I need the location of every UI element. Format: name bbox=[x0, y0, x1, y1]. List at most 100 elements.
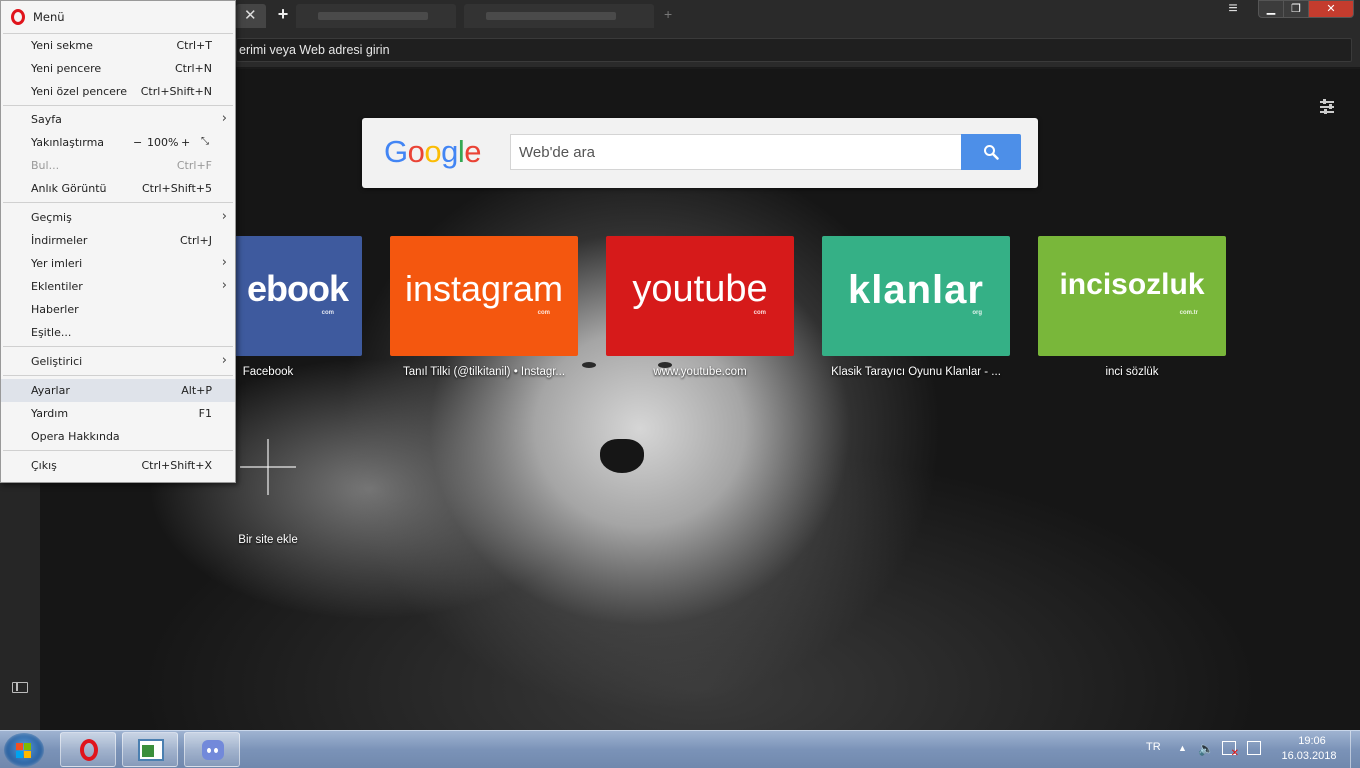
minimize-button[interactable]: ▁ bbox=[1258, 0, 1284, 18]
tab-title-blurred bbox=[318, 12, 428, 20]
customize-settings-icon[interactable] bbox=[1320, 99, 1336, 115]
logo-letter: o bbox=[424, 134, 442, 169]
menu-item-zoom: Yakınlaştırma − 100% + ⤡ bbox=[1, 131, 235, 154]
opera-menu: Menü Yeni sekme Ctrl+T Yeni pencere Ctrl… bbox=[0, 0, 236, 483]
search-box: Google bbox=[362, 118, 1038, 188]
tile-logo: instagram bbox=[404, 268, 564, 309]
search-icon bbox=[984, 145, 999, 160]
menu-item-label: Yardım bbox=[31, 407, 69, 420]
tab-title-blurred bbox=[486, 12, 616, 20]
menu-item-label: Anlık Görüntü bbox=[31, 182, 107, 195]
new-tab-icon[interactable]: + bbox=[274, 4, 292, 24]
taskbar-discord[interactable] bbox=[184, 732, 240, 767]
start-page: Google ebook com Facebook instagram com … bbox=[40, 69, 1360, 730]
menu-item-history[interactable]: Geçmiş › bbox=[1, 206, 235, 229]
language-indicator[interactable]: TR bbox=[1146, 741, 1161, 753]
menu-item-new-tab[interactable]: Yeni sekme Ctrl+T bbox=[1, 34, 235, 57]
chevron-right-icon: › bbox=[221, 255, 227, 270]
speed-dial-instagram[interactable]: instagram com bbox=[390, 236, 578, 356]
menu-item-exit[interactable]: Çıkış Ctrl+Shift+X bbox=[1, 454, 235, 477]
menu-item-help[interactable]: Yardım F1 bbox=[1, 402, 235, 425]
chevron-right-icon: › bbox=[221, 209, 227, 224]
tile-logo: youtube bbox=[632, 268, 768, 310]
menu-item-label: Yer imleri bbox=[31, 257, 83, 270]
google-logo: Google bbox=[384, 134, 482, 170]
menu-item-label: Geçmiş bbox=[31, 211, 72, 224]
tab-background[interactable] bbox=[296, 4, 456, 28]
menu-item-shortcut: F1 bbox=[198, 407, 212, 420]
tile-caption: Tanıl Tilki (@tilkitanil) • Instagr... bbox=[402, 366, 566, 378]
tab-menu-icon[interactable]: ≡ bbox=[1222, 0, 1244, 20]
menu-header[interactable]: Menü bbox=[1, 1, 235, 33]
tile-logo: klanlar bbox=[848, 268, 984, 312]
tile-domain: com bbox=[537, 310, 550, 316]
speed-dial-klanlar[interactable]: klanlar org bbox=[822, 236, 1010, 356]
address-text: erimi veya Web adresi girin bbox=[239, 43, 390, 57]
logo-letter: g bbox=[441, 134, 458, 169]
sidebar-toggle-icon[interactable] bbox=[12, 682, 28, 693]
speed-dial-incisozluk[interactable]: incisozluk com.tr bbox=[1038, 236, 1226, 356]
volume-icon[interactable]: 🔈 bbox=[1198, 741, 1214, 757]
zoom-out-button[interactable]: − bbox=[133, 136, 142, 149]
show-hidden-icons-icon[interactable]: ▲ bbox=[1178, 743, 1187, 753]
logo-letter: G bbox=[384, 134, 408, 169]
taskbar-opera[interactable] bbox=[60, 732, 116, 767]
taskbar: TR ▲ 🔈 19:06 16.03.2018 bbox=[0, 730, 1360, 768]
speed-dial-youtube[interactable]: youtube com bbox=[606, 236, 794, 356]
menu-item-shortcut: Ctrl+J bbox=[179, 234, 212, 247]
menu-item-developer[interactable]: Geliştirici › bbox=[1, 350, 235, 373]
menu-item-label: Yeni pencere bbox=[31, 62, 102, 75]
menu-item-shortcut: Ctrl+T bbox=[176, 39, 212, 52]
menu-item-downloads[interactable]: İndirmeler Ctrl+J bbox=[1, 229, 235, 252]
menu-item-sync[interactable]: Eşitle... bbox=[1, 321, 235, 344]
clock-date[interactable]: 16.03.2018 bbox=[1276, 750, 1342, 762]
menu-item-label: Yakınlaştırma bbox=[31, 136, 105, 149]
menu-item-label: Eşitle... bbox=[31, 326, 72, 339]
start-button[interactable] bbox=[4, 733, 44, 767]
maximize-button[interactable]: ❐ bbox=[1283, 0, 1309, 18]
menu-item-page[interactable]: Sayfa › bbox=[1, 108, 235, 131]
menu-item-label: Bul... bbox=[31, 159, 60, 172]
tab-active[interactable]: ✕ bbox=[236, 4, 266, 28]
tile-logo: incisozluk bbox=[1059, 268, 1205, 301]
address-input[interactable]: erimi veya Web adresi girin bbox=[236, 38, 1352, 62]
search-input[interactable] bbox=[510, 134, 962, 170]
menu-item-shortcut: Ctrl+F bbox=[176, 159, 212, 172]
menu-item-new-window[interactable]: Yeni pencere Ctrl+N bbox=[1, 57, 235, 80]
menu-separator bbox=[3, 375, 233, 376]
menu-item-settings[interactable]: Ayarlar Alt+P bbox=[1, 379, 235, 402]
menu-separator bbox=[3, 346, 233, 347]
menu-item-bookmarks[interactable]: Yer imleri › bbox=[1, 252, 235, 275]
menu-title: Menü bbox=[33, 10, 65, 24]
menu-item-news[interactable]: Haberler bbox=[1, 298, 235, 321]
menu-item-about[interactable]: Opera Hakkında bbox=[1, 425, 235, 448]
taskbar-app[interactable] bbox=[122, 732, 178, 767]
zoom-in-button[interactable]: + bbox=[181, 136, 190, 149]
tile-caption: www.youtube.com bbox=[653, 366, 747, 378]
show-desktop-button[interactable] bbox=[1350, 731, 1360, 768]
menu-item-find[interactable]: Bul... Ctrl+F bbox=[1, 154, 235, 177]
tab-background[interactable] bbox=[464, 4, 654, 28]
menu-item-snapshot[interactable]: Anlık Görüntü Ctrl+Shift+5 bbox=[1, 177, 235, 200]
chevron-right-icon: › bbox=[221, 353, 227, 368]
add-site-label[interactable]: Bir site ekle bbox=[208, 534, 328, 546]
menu-item-label: Opera Hakkında bbox=[31, 430, 120, 443]
new-tab-icon[interactable]: + bbox=[664, 6, 672, 22]
menu-item-label: Geliştirici bbox=[31, 355, 83, 368]
close-window-button[interactable]: ✕ bbox=[1308, 0, 1354, 18]
wallpaper-detail bbox=[600, 439, 644, 473]
fullscreen-icon[interactable]: ⤡ bbox=[201, 136, 209, 147]
menu-item-label: İndirmeler bbox=[31, 234, 88, 247]
search-button[interactable] bbox=[961, 134, 1021, 170]
menu-item-new-private-window[interactable]: Yeni özel pencere Ctrl+Shift+N bbox=[1, 80, 235, 103]
menu-item-extensions[interactable]: Eklentiler › bbox=[1, 275, 235, 298]
close-tab-icon[interactable]: ✕ bbox=[244, 7, 257, 25]
menu-item-shortcut: Alt+P bbox=[181, 384, 212, 397]
add-site-plus-icon[interactable] bbox=[240, 439, 296, 495]
action-center-icon[interactable] bbox=[1222, 741, 1239, 759]
clock-time[interactable]: 19:06 bbox=[1282, 735, 1342, 747]
menu-item-shortcut: Ctrl+Shift+5 bbox=[141, 182, 212, 195]
tile-domain: com bbox=[321, 310, 334, 316]
menu-item-label: Yeni sekme bbox=[31, 39, 93, 52]
network-icon[interactable] bbox=[1247, 741, 1261, 755]
